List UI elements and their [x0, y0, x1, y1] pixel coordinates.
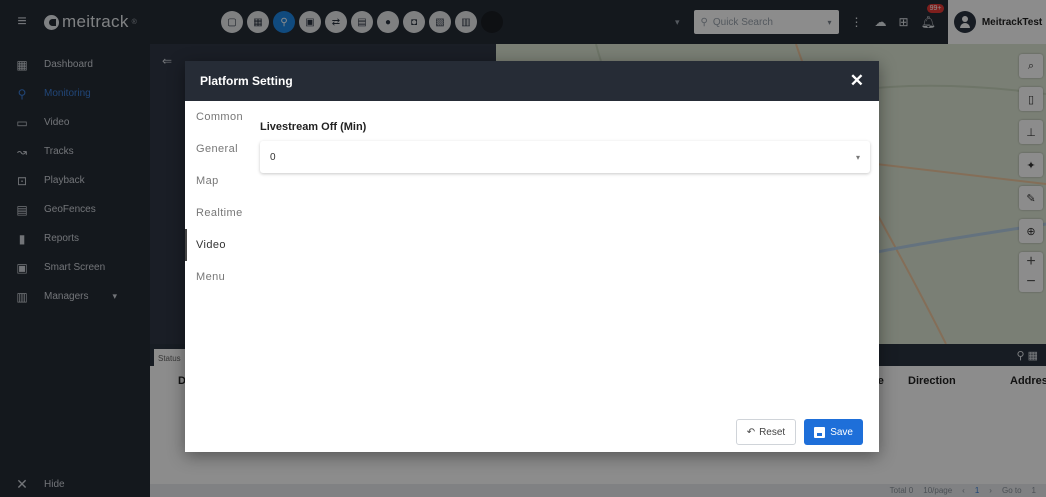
dialog-title: Platform Setting [200, 74, 293, 88]
settings-tab-general[interactable]: General [185, 133, 245, 165]
save-label: Save [830, 426, 853, 438]
save-button[interactable]: Save [804, 419, 863, 445]
dialog-footer: ↶ Reset Save [735, 419, 863, 445]
save-icon [814, 426, 826, 438]
settings-nav: Common General Map Realtime Video Menu [185, 101, 245, 293]
reset-label: Reset [759, 426, 786, 438]
livestream-off-value: 0 [270, 151, 276, 163]
settings-tab-map[interactable]: Map [185, 165, 245, 197]
reset-button[interactable]: ↶ Reset [735, 419, 797, 445]
settings-content: Livestream Off (Min) 0 ▾ [260, 121, 870, 173]
dialog-body: Common General Map Realtime Video Menu Livest… [185, 101, 879, 452]
undo-icon: ↶ [746, 426, 756, 438]
livestream-off-label: Livestream Off (Min) [260, 121, 367, 133]
chevron-down-icon: ▾ [855, 152, 860, 162]
close-icon[interactable]: ✕ [850, 71, 864, 91]
platform-setting-dialog: Platform Setting ✕ Common General Map Realt… [185, 61, 879, 452]
dialog-header: Platform Setting ✕ [185, 61, 879, 101]
settings-tab-common[interactable]: Common [185, 101, 245, 133]
settings-tab-menu[interactable]: Menu [185, 261, 245, 293]
settings-tab-video[interactable]: Video [185, 229, 245, 261]
settings-tab-realtime[interactable]: Realtime [185, 197, 245, 229]
livestream-off-select[interactable]: 0 ▾ [260, 141, 870, 173]
